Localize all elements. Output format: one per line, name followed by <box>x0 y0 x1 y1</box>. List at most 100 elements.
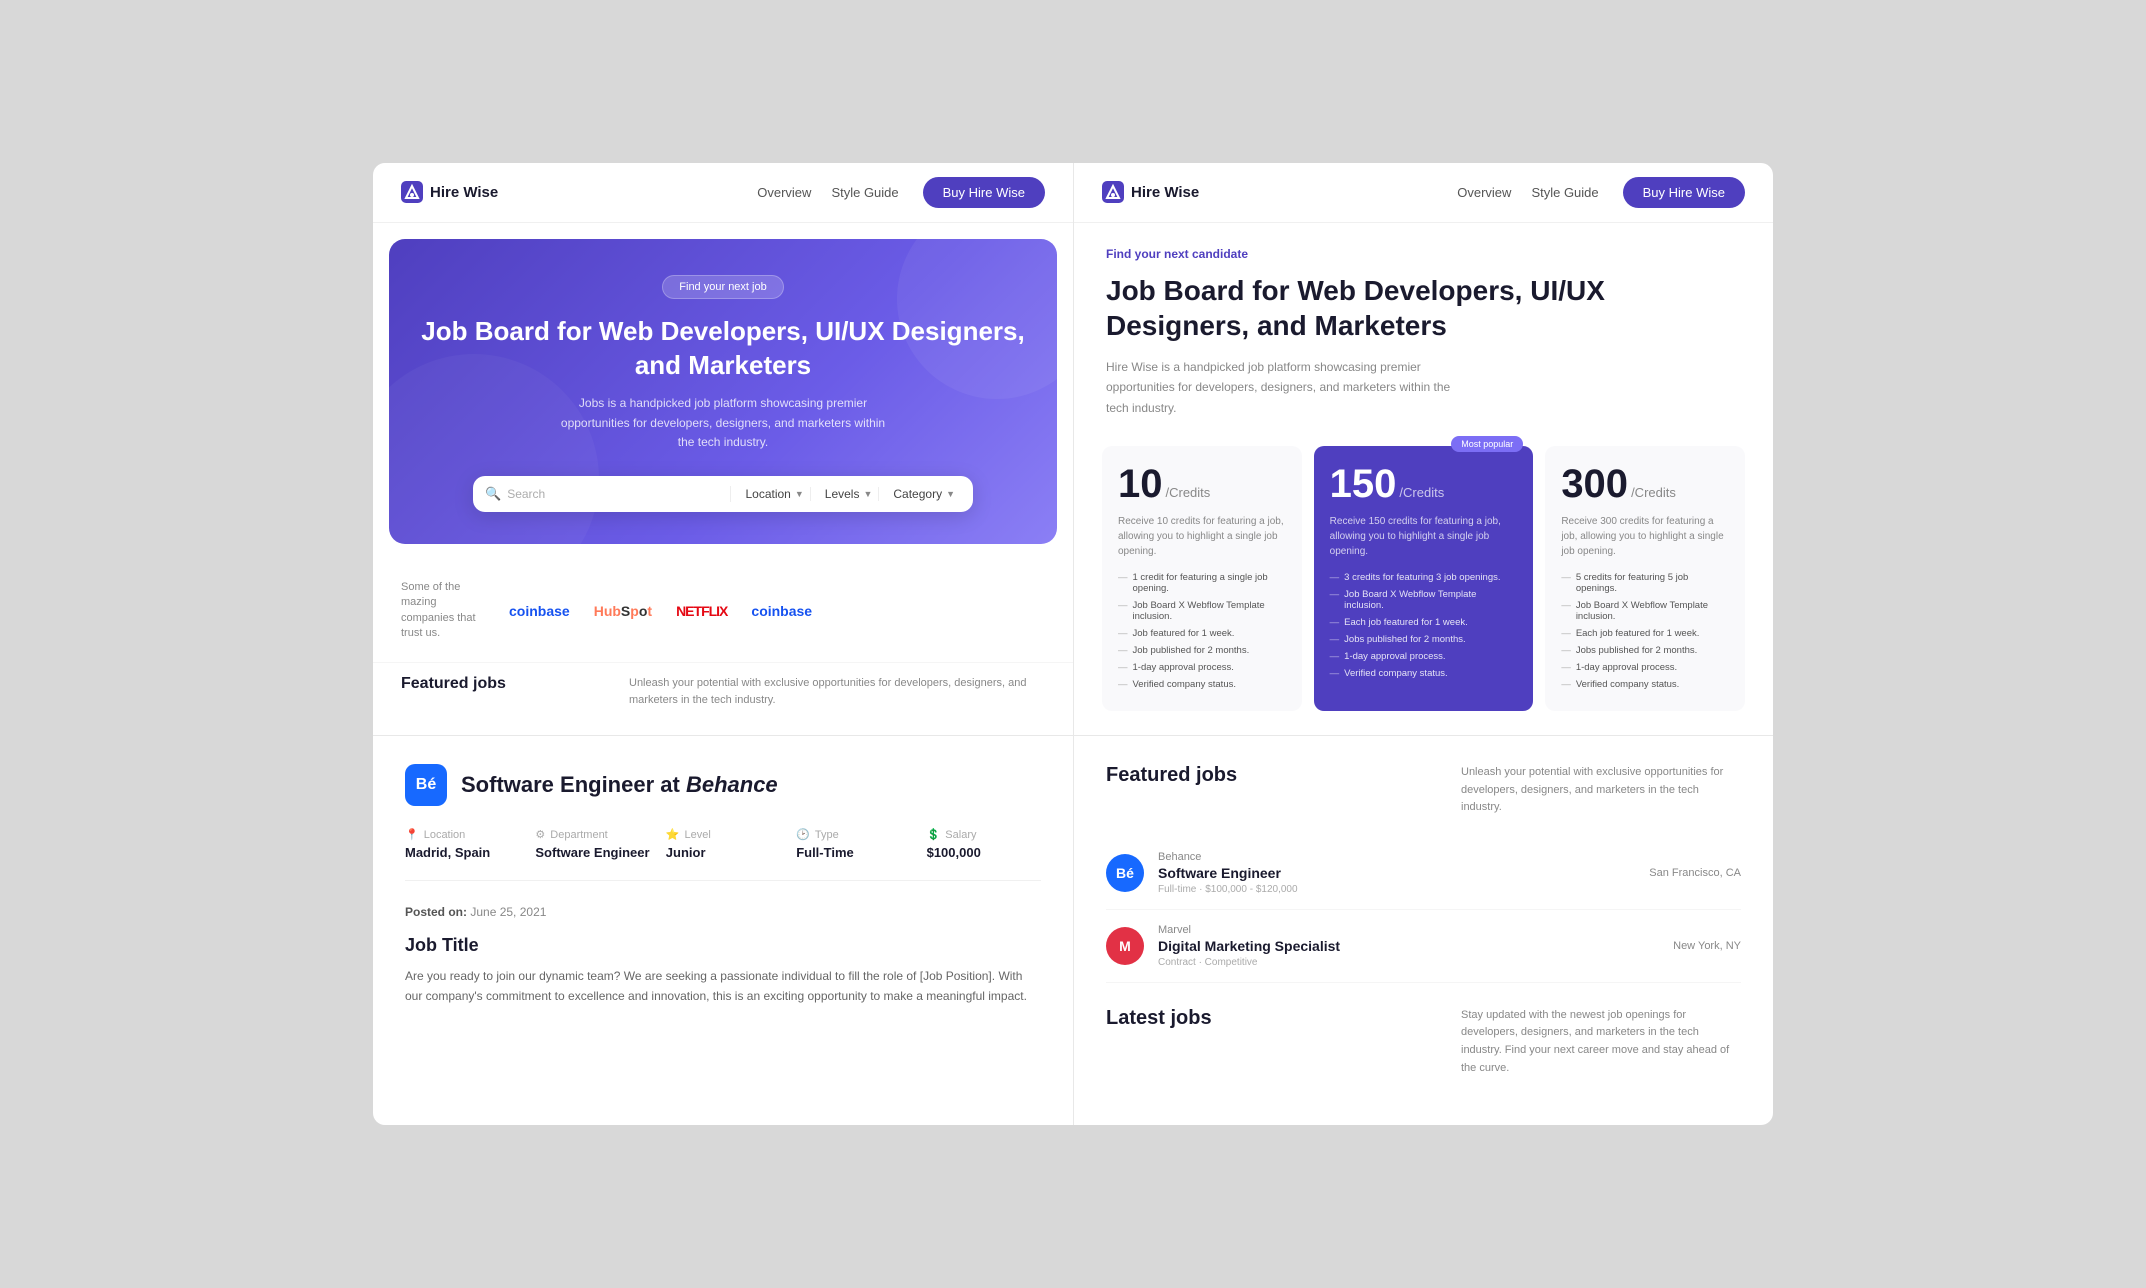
nav-links-right: Overview Style Guide <box>1457 185 1598 200</box>
category-label: Category <box>893 487 942 501</box>
logo-text: Hire Wise <box>430 184 498 201</box>
meta-type-value: Full-Time <box>796 845 910 860</box>
meta-location: 📍 Location Madrid, Spain <box>405 828 519 860</box>
hero-section: Find your next job Job Board for Web Dev… <box>389 239 1057 544</box>
latest-header-row: Latest jobs Stay updated with the newest… <box>1106 1007 1741 1077</box>
pricing-grid: 10 /Credits Receive 10 credits for featu… <box>1102 446 1745 711</box>
style-guide-link-right[interactable]: Style Guide <box>1531 185 1598 200</box>
trusted-label: Some of the mazing companies that trust … <box>401 580 481 642</box>
nav-top-right: Hire Wise Overview Style Guide Buy Hire … <box>1074 163 1773 223</box>
marvel-job-info: Marvel Digital Marketing Specialist Cont… <box>1158 924 1659 968</box>
levels-chevron-icon: ▼ <box>863 489 872 499</box>
marvel-job-avatar: M <box>1106 927 1144 965</box>
featured-jobs-desc: Unleash your potential with exclusive op… <box>1461 764 1741 817</box>
behance-job-info: Behance Software Engineer Full-time · $1… <box>1158 851 1635 895</box>
feature-item: — 1-day approval process. <box>1118 659 1286 676</box>
logo-text-right: Hire Wise <box>1131 184 1199 201</box>
behance-job-title: Software Engineer <box>1158 865 1635 881</box>
netflix-logo: NETFLIX <box>676 603 727 619</box>
marvel-job-location: New York, NY <box>1673 940 1741 952</box>
pricing-unit-10: /Credits <box>1166 485 1211 500</box>
job-body-text: Are you ready to join our dynamic team? … <box>405 966 1041 1007</box>
meta-location-value: Madrid, Spain <box>405 845 519 860</box>
job-card-behance[interactable]: Bé Behance Software Engineer Full-time ·… <box>1106 837 1741 910</box>
nav-links: Overview Style Guide <box>757 185 898 200</box>
pricing-card-10: 10 /Credits Receive 10 credits for featu… <box>1102 446 1302 711</box>
marvel-job-tags: Contract · Competitive <box>1158 957 1659 968</box>
marvel-job-title: Digital Marketing Specialist <box>1158 938 1659 954</box>
meta-salary-value: $100,000 <box>927 845 1041 860</box>
hero-title: Job Board for Web Developers, UI/UX Desi… <box>417 315 1029 383</box>
meta-location-label: 📍 Location <box>405 828 519 841</box>
search-icon: 🔍 <box>485 486 501 502</box>
meta-salary-label: 💲 Salary <box>927 828 1041 841</box>
search-input[interactable] <box>507 487 722 501</box>
panel-bottom-right: Featured jobs Unleash your potential wit… <box>1073 735 1773 1125</box>
feature-item: — Each job featured for 1 week. <box>1561 625 1729 642</box>
buy-button[interactable]: Buy Hire Wise <box>923 177 1045 208</box>
right-hero-title: Job Board for Web Developers, UI/UX Desi… <box>1106 273 1741 343</box>
category-dropdown[interactable]: Category ▼ <box>887 487 961 501</box>
right-bottom-content: Featured jobs Unleash your potential wit… <box>1074 736 1773 1125</box>
pricing-unit-150: /Credits <box>1399 485 1444 500</box>
behance-avatar: Bé <box>405 764 447 806</box>
coinbase-logo-2: coinbase <box>751 603 812 619</box>
pricing-features-150: — 3 credits for featuring 3 job openings… <box>1330 569 1518 682</box>
avatar-text: Bé <box>416 776 436 794</box>
company-logos: coinbase HubSpot NETFLIX coinbase <box>509 603 812 619</box>
feature-item: — Job published for 2 months. <box>1118 642 1286 659</box>
job-company-header: Bé Software Engineer at Behance <box>405 764 1041 806</box>
pricing-card-150: Most popular 150 /Credits Receive 150 cr… <box>1314 446 1534 711</box>
feature-item: — Job Board X Webflow Template inclusion… <box>1561 597 1729 625</box>
marvel-company-name: Marvel <box>1158 924 1659 936</box>
panel-top-right: Hire Wise Overview Style Guide Buy Hire … <box>1073 163 1773 735</box>
overview-link-right[interactable]: Overview <box>1457 185 1511 200</box>
featured-label: Featured jobs <box>401 675 609 693</box>
search-input-wrap[interactable]: 🔍 <box>485 486 731 502</box>
posted-on: Posted on: June 25, 2021 <box>405 905 1041 919</box>
feature-item: — Job featured for 1 week. <box>1118 625 1286 642</box>
posted-date: June 25, 2021 <box>470 905 546 919</box>
buy-button-right[interactable]: Buy Hire Wise <box>1623 177 1745 208</box>
type-icon: 🕑 <box>796 828 810 841</box>
pricing-number-300: 300 <box>1561 464 1628 504</box>
feature-item: — 1 credit for featuring a single job op… <box>1118 569 1286 597</box>
behance-company-name: Behance <box>1158 851 1635 863</box>
pricing-unit-300: /Credits <box>1631 485 1676 500</box>
location-icon: 📍 <box>405 828 419 841</box>
behance-job-avatar: Bé <box>1106 854 1144 892</box>
latest-jobs-desc: Stay updated with the newest job opening… <box>1461 1007 1741 1077</box>
right-hero-content: Find your next candidate Job Board for W… <box>1074 223 1773 735</box>
job-section-title: Job Title <box>405 935 1041 956</box>
location-chevron-icon: ▼ <box>795 489 804 499</box>
levels-dropdown[interactable]: Levels ▼ <box>819 487 880 501</box>
featured-desc: Unleash your potential with exclusive op… <box>629 675 1045 710</box>
feature-item: — Verified company status. <box>1330 665 1518 682</box>
job-card-marvel[interactable]: M Marvel Digital Marketing Specialist Co… <box>1106 910 1741 983</box>
overview-link[interactable]: Overview <box>757 185 811 200</box>
most-popular-badge: Most popular <box>1451 436 1523 452</box>
meta-level-value: Junior <box>666 845 780 860</box>
panel-bottom-left: Bé Software Engineer at Behance 📍 Locati… <box>373 735 1073 1125</box>
category-chevron-icon: ▼ <box>946 489 955 499</box>
nav-top-left: Hire Wise Overview Style Guide Buy Hire … <box>373 163 1073 223</box>
pricing-card-300: 300 /Credits Receive 300 credits for fea… <box>1545 446 1745 711</box>
logo-right: Hire Wise <box>1102 181 1433 203</box>
style-guide-link[interactable]: Style Guide <box>831 185 898 200</box>
job-title-header: Software Engineer at Behance <box>461 772 778 798</box>
meta-level: ⭐ Level Junior <box>666 828 780 860</box>
feature-item: — Job Board X Webflow Template inclusion… <box>1330 586 1518 614</box>
job-detail: Bé Software Engineer at Behance 📍 Locati… <box>373 736 1073 1035</box>
location-dropdown[interactable]: Location ▼ <box>739 487 810 501</box>
pricing-features-10: — 1 credit for featuring a single job op… <box>1118 569 1286 693</box>
logo: Hire Wise <box>401 181 733 203</box>
hero-subtitle: Jobs is a handpicked job platform showca… <box>553 394 893 452</box>
featured-jobs-title: Featured jobs <box>1106 764 1237 787</box>
feature-item: — Verified company status. <box>1118 676 1286 693</box>
department-icon: ⚙ <box>535 828 545 841</box>
salary-icon: 💲 <box>927 828 941 841</box>
meta-salary: 💲 Salary $100,000 <box>927 828 1041 860</box>
feature-item: — 1-day approval process. <box>1561 659 1729 676</box>
pricing-desc-300: Receive 300 credits for featuring a job,… <box>1561 514 1729 559</box>
panel-top-left: Hire Wise Overview Style Guide Buy Hire … <box>373 163 1073 735</box>
